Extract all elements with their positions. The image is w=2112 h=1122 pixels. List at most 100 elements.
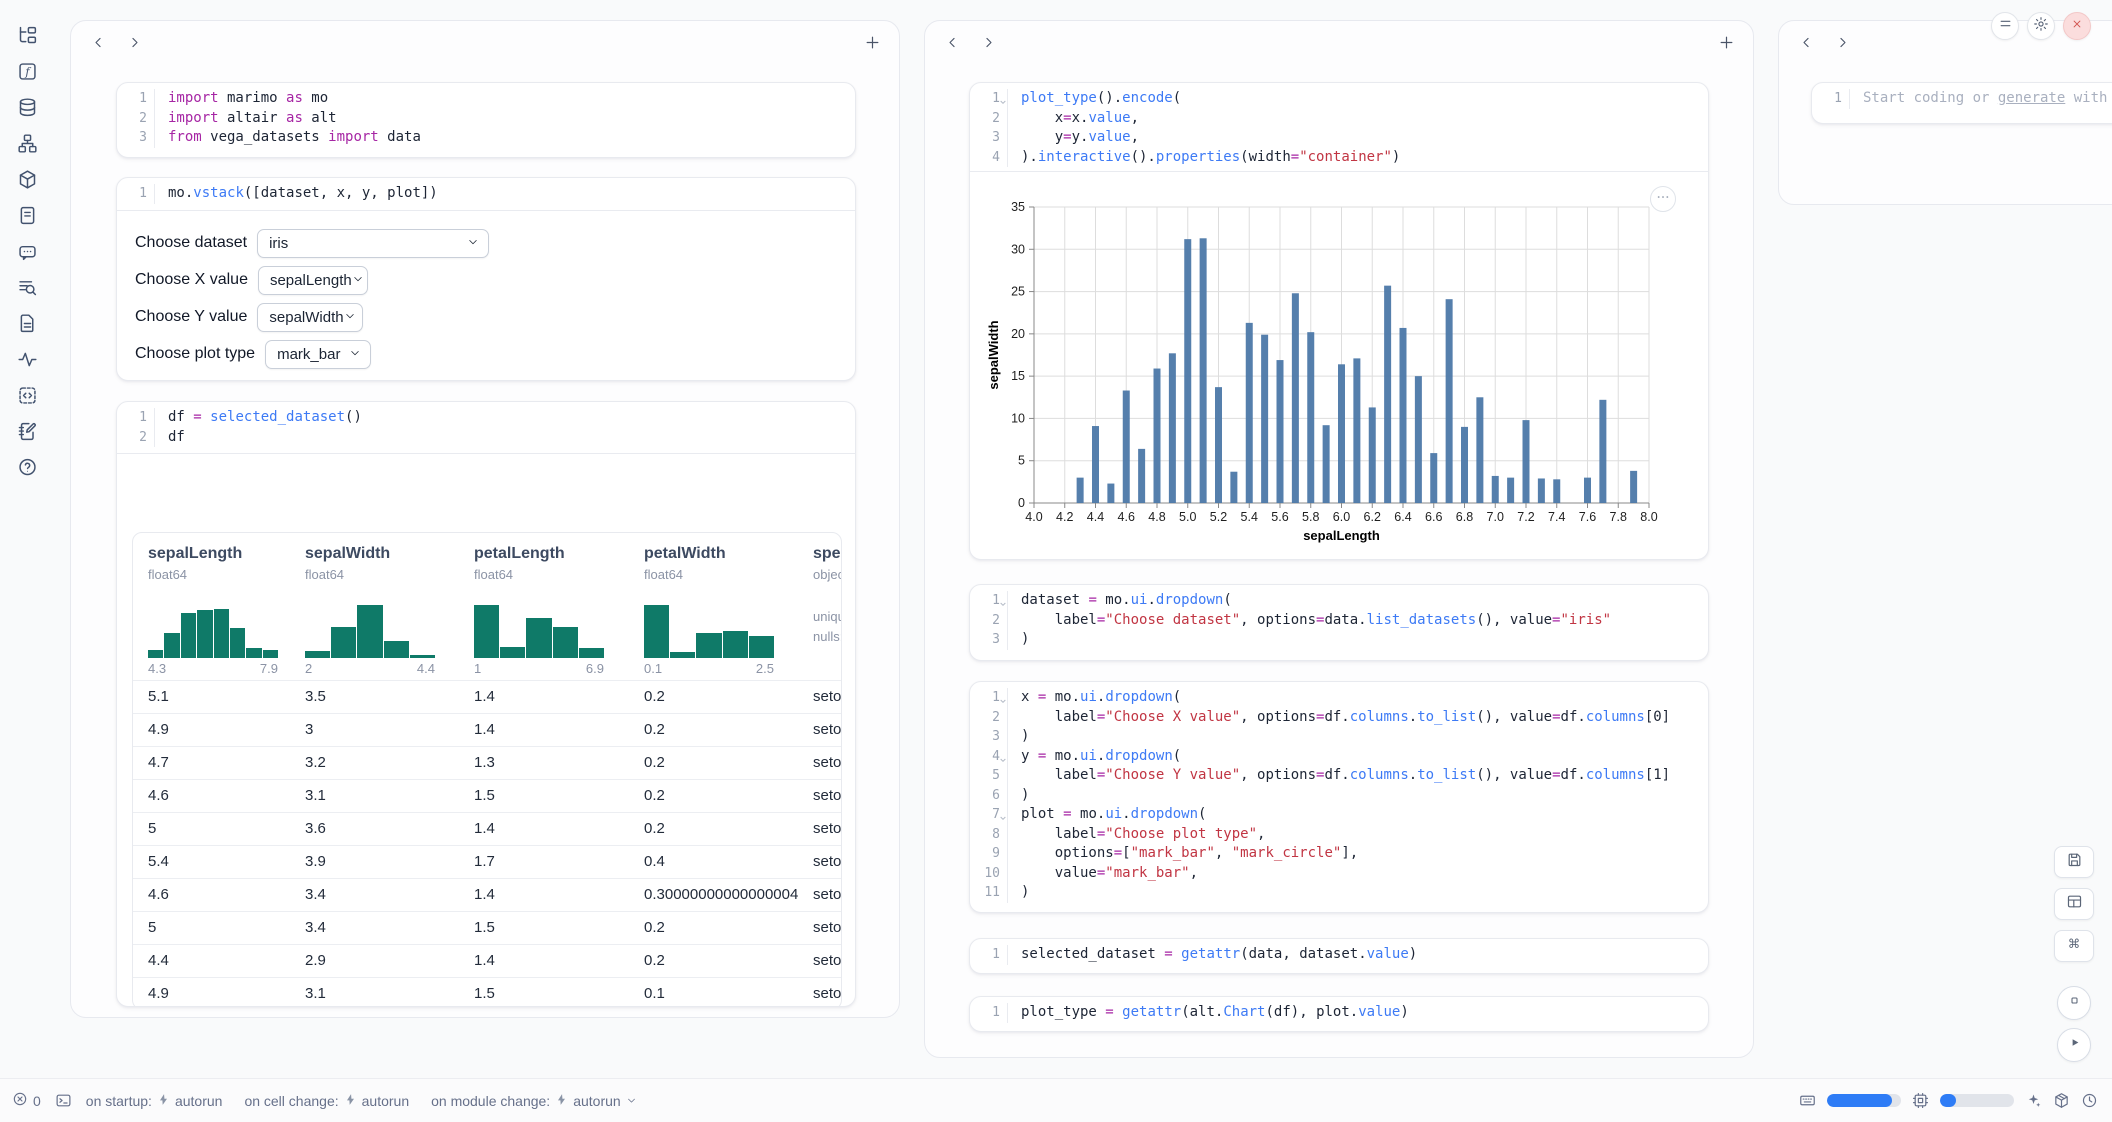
column-histogram[interactable]: [474, 602, 604, 658]
sidebar-item-tracing[interactable]: [11, 343, 43, 375]
column-next-button[interactable]: [977, 31, 999, 53]
code-editor[interactable]: 123import marimo as moimport altair as a…: [117, 83, 855, 154]
code-line: df: [168, 428, 855, 448]
dropdown-select[interactable]: sepalWidth: [257, 303, 363, 332]
sidebar-item-dependency-graph[interactable]: [11, 127, 43, 159]
terminal-button[interactable]: [55, 1092, 72, 1109]
chart-menu-button[interactable]: [1650, 186, 1676, 212]
column-next-button[interactable]: [123, 31, 145, 53]
dataframe-table: sepalLengthfloat644.37.9sepalWidthfloat6…: [132, 532, 842, 1007]
column-header-sepalWidth[interactable]: sepalWidthfloat6424.4: [305, 545, 455, 582]
column-next-button[interactable]: [1831, 31, 1853, 53]
column-header-petalWidth[interactable]: petalWidthfloat640.12.5: [644, 545, 794, 582]
clock-icon[interactable]: [2081, 1092, 2098, 1109]
code-cell-plot-type: 1plot_type = getattr(alt.Chart(df), plot…: [969, 996, 1709, 1032]
dropdown-value: sepalLength: [270, 272, 352, 289]
code-editor[interactable]: 1mo.vstack([dataset, x, y, plot]): [117, 178, 855, 210]
interrupt-button[interactable]: [2057, 986, 2091, 1020]
table-cell: setos: [813, 853, 842, 870]
table-cell: setos: [813, 919, 842, 936]
sidebar-item-packages[interactable]: [11, 163, 43, 195]
chevron-down-icon: [344, 309, 356, 326]
run-setting[interactable]: on startup:autorun: [86, 1093, 223, 1109]
sidebar-item-help[interactable]: [11, 451, 43, 483]
notebook-pen-icon: [17, 421, 38, 442]
fold-chevron-icon[interactable]: [999, 93, 1007, 113]
table-cell: 4.9: [148, 721, 169, 738]
keyboard-icon[interactable]: [1799, 1092, 1816, 1109]
error-count-button[interactable]: 0: [12, 1091, 41, 1110]
sidebar-item-logs[interactable]: [11, 271, 43, 303]
column-header-petalLength[interactable]: petalLengthfloat6416.9: [474, 545, 624, 582]
column-header-sepalLength[interactable]: sepalLengthfloat644.37.9: [148, 545, 298, 582]
memory-icon[interactable]: [1912, 1092, 1929, 1109]
table-cell: 4.6: [148, 787, 169, 804]
close-button[interactable]: [2063, 12, 2091, 40]
code-cell-vstack: 1mo.vstack([dataset, x, y, plot]) Choose…: [116, 177, 856, 381]
column-histogram[interactable]: [148, 602, 278, 658]
run-button[interactable]: [2057, 1028, 2091, 1062]
code-line: ): [1021, 630, 1708, 650]
sidebar-item-file-explorer[interactable]: [11, 19, 43, 51]
save-button[interactable]: [2054, 846, 2094, 878]
editor-placeholder[interactable]: Start coding or generate with AI: [1850, 89, 2112, 109]
file-tree-icon: [17, 25, 38, 46]
code-editor[interactable]: 1234567891011x = mo.ui.dropdown( label="…: [970, 682, 1708, 909]
sidebar-item-documentation[interactable]: [11, 307, 43, 339]
svg-text:5.8: 5.8: [1302, 510, 1319, 524]
run-setting-label: on startup:: [86, 1093, 152, 1109]
dropdown-label: Choose Y value: [135, 308, 247, 326]
run-setting[interactable]: on module change:autorun: [431, 1093, 637, 1109]
code-editor[interactable]: 123dataset = mo.ui.dropdown( label="Choo…: [970, 585, 1708, 656]
dropdown-select[interactable]: iris: [257, 229, 489, 258]
svg-text:6.8: 6.8: [1456, 510, 1473, 524]
sidebar-item-scratchpad[interactable]: [11, 415, 43, 447]
column-header-speci[interactable]: speciobjecuniqunulls:: [813, 545, 842, 582]
dropdown-select[interactable]: mark_bar: [265, 340, 371, 369]
sidebar-item-variables[interactable]: f: [11, 55, 43, 87]
sparkles-icon[interactable]: [2025, 1092, 2042, 1109]
column-prev-button[interactable]: [1795, 31, 1817, 53]
add-cell-button[interactable]: [861, 31, 883, 53]
column-prev-button[interactable]: [87, 31, 109, 53]
gear-icon: [2033, 16, 2049, 37]
table-cell: 5: [148, 820, 156, 837]
code-editor[interactable]: 12df = selected_dataset()df: [117, 402, 855, 453]
fold-chevron-icon[interactable]: [999, 595, 1007, 615]
sidebar-item-snippets[interactable]: [11, 379, 43, 411]
code-editor[interactable]: 1 Start coding or generate with AI: [1812, 83, 2112, 115]
table-cell: 1.5: [474, 919, 495, 936]
settings-button[interactable]: [2027, 12, 2055, 40]
fold-chevron-icon[interactable]: [999, 751, 1007, 771]
code-editor[interactable]: 1plot_type = getattr(alt.Chart(df), plot…: [970, 997, 1708, 1029]
line-number-gutter: 1: [970, 1003, 1008, 1023]
column-histogram[interactable]: [305, 602, 435, 658]
layout-toggle-button[interactable]: [2054, 888, 2094, 920]
line-number: 1: [117, 408, 147, 428]
menu-button[interactable]: [1991, 12, 2019, 40]
fold-chevron-icon[interactable]: [999, 692, 1007, 712]
sidebar-item-chat[interactable]: [11, 235, 43, 267]
package-icon[interactable]: [2053, 1092, 2070, 1109]
fold-chevron-icon[interactable]: [999, 809, 1007, 829]
column-histogram[interactable]: [644, 602, 774, 658]
altair-chart[interactable]: 4.04.24.44.64.85.05.25.45.65.86.06.26.46…: [984, 182, 1708, 555]
code-editor[interactable]: 1234plot_type().encode( x=x.value, y=y.v…: [970, 83, 1708, 173]
run-setting[interactable]: on cell change:autorun: [244, 1093, 409, 1109]
code-editor[interactable]: 1selected_dataset = getattr(data, datase…: [970, 939, 1708, 971]
generate-with-ai-link[interactable]: generate: [1998, 90, 2065, 106]
dropdown-value: iris: [269, 235, 288, 252]
histogram-bar: [305, 651, 330, 658]
table-cell: setos: [813, 721, 842, 738]
add-cell-button[interactable]: [1715, 31, 1737, 53]
sidebar-item-data-sources[interactable]: [11, 91, 43, 123]
control-row: Choose datasetiris: [135, 225, 837, 262]
svg-text:5.4: 5.4: [1241, 510, 1258, 524]
dropdown-select[interactable]: sepalLength: [258, 266, 368, 295]
control-row: Choose X valuesepalLength: [135, 262, 837, 299]
sidebar-item-outline[interactable]: [11, 199, 43, 231]
keyboard-shortcuts-button[interactable]: ⌘: [2054, 930, 2094, 962]
line-number: 11: [970, 883, 1000, 903]
line-number: 1: [970, 1003, 1000, 1023]
column-prev-button[interactable]: [941, 31, 963, 53]
